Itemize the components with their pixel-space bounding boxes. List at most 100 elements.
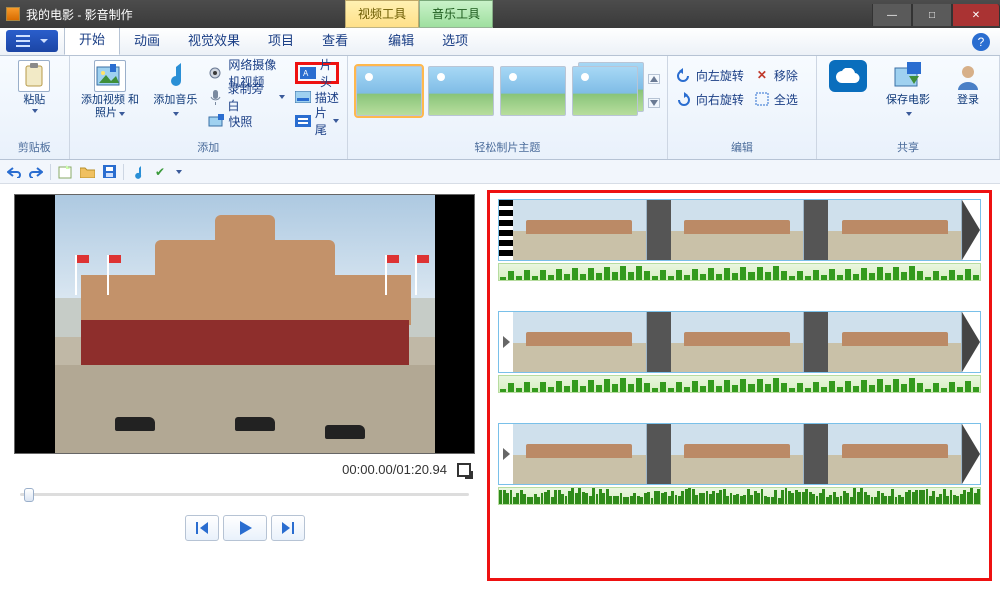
context-tab-video-tools[interactable]: 视频工具	[345, 0, 419, 28]
select-all-icon	[754, 91, 770, 107]
clip-gap	[647, 312, 671, 372]
tab-view[interactable]: 查看	[308, 25, 362, 55]
time-display: 00:00.00/01:20.94	[342, 462, 447, 477]
quick-access-toolbar: ✔	[0, 160, 1000, 184]
redo-button[interactable]	[28, 164, 44, 180]
theme-item[interactable]	[428, 66, 494, 116]
gallery-up-button[interactable]	[648, 74, 660, 84]
preview-monitor[interactable]	[14, 194, 475, 454]
qat-music-button[interactable]	[130, 164, 146, 180]
delete-icon: ✕	[754, 67, 770, 83]
rotate-left-icon	[676, 67, 692, 83]
storyboard-pane	[485, 184, 1000, 589]
svg-text:A: A	[303, 69, 309, 78]
qat-customize-caret[interactable]	[176, 170, 182, 174]
record-narration-button[interactable]: 录制旁白	[208, 86, 284, 108]
preview-frame	[55, 195, 435, 453]
audio-track[interactable]	[498, 487, 981, 505]
theme-item[interactable]	[500, 66, 566, 116]
new-project-button[interactable]	[57, 164, 73, 180]
qat-check-button[interactable]: ✔	[152, 164, 168, 180]
fullscreen-button[interactable]	[457, 463, 471, 477]
clip-row[interactable]	[498, 311, 981, 393]
clip-end-marker-icon	[962, 312, 980, 372]
maximize-button[interactable]: □	[912, 4, 952, 26]
theme-item[interactable]	[572, 66, 638, 116]
window-title: 我的电影 - 影音制作	[26, 6, 133, 23]
undo-button[interactable]	[6, 164, 22, 180]
file-menu[interactable]	[6, 30, 58, 52]
caption-icon	[295, 89, 311, 105]
caret-down-icon	[119, 112, 125, 116]
themes-gallery[interactable]	[356, 60, 664, 116]
rotate-left-button[interactable]: 向左旋转	[676, 64, 744, 86]
clip-thumbnail[interactable]	[513, 312, 647, 372]
clip-thumbnail[interactable]	[513, 424, 647, 484]
context-tab-music-tools[interactable]: 音乐工具	[419, 0, 493, 28]
tab-animation[interactable]: 动画	[120, 25, 174, 55]
clip-thumbnail[interactable]	[828, 312, 962, 372]
filmstrip[interactable]	[498, 199, 981, 261]
add-video-photo-button[interactable]: 添加视频 和照片	[78, 60, 143, 120]
add-music-button[interactable]: 添加音乐	[152, 60, 198, 120]
clip-gap	[804, 312, 828, 372]
open-button[interactable]	[79, 164, 95, 180]
tab-options[interactable]: 选项	[428, 25, 482, 55]
video-photo-icon	[94, 60, 126, 92]
snapshot-button[interactable]: 快照	[208, 110, 284, 132]
preview-pane: 00:00.00/01:20.94	[0, 184, 485, 589]
theme-item[interactable]	[356, 66, 422, 116]
clip-end-marker-icon	[962, 200, 980, 260]
next-frame-button[interactable]	[271, 515, 305, 541]
save-button[interactable]	[101, 164, 117, 180]
caption-label: 描述	[315, 89, 339, 106]
clip-thumbnail[interactable]	[671, 200, 805, 260]
prev-frame-button[interactable]	[185, 515, 219, 541]
title-button[interactable]: A 片头	[295, 62, 339, 84]
add-music-label: 添加音乐	[152, 94, 198, 120]
seek-thumb[interactable]	[24, 488, 34, 502]
paste-button[interactable]: 粘贴	[11, 60, 57, 113]
save-movie-button[interactable]: 保存电影	[885, 60, 931, 120]
clip-thumbnail[interactable]	[513, 200, 647, 260]
sign-in-button[interactable]: 登录	[945, 60, 991, 107]
credits-icon	[295, 113, 311, 129]
clip-thumbnail[interactable]	[828, 424, 962, 484]
remove-button[interactable]: ✕ 移除	[754, 64, 798, 86]
clipboard-icon	[18, 60, 50, 92]
play-button[interactable]	[223, 515, 267, 541]
record-narration-label: 录制旁白	[228, 80, 273, 114]
clip-thumbnail[interactable]	[671, 424, 805, 484]
filmstrip[interactable]	[498, 311, 981, 373]
clip-thumbnail[interactable]	[828, 200, 962, 260]
menu-icon	[16, 35, 30, 47]
seek-slider[interactable]	[14, 485, 475, 503]
save-movie-label: 保存电影	[885, 94, 931, 120]
clip-row[interactable]	[498, 423, 981, 505]
film-perforation-icon	[499, 200, 513, 260]
tab-project[interactable]: 项目	[254, 25, 308, 55]
onedrive-button[interactable]	[825, 60, 871, 120]
minimize-button[interactable]: —	[872, 4, 912, 26]
gallery-more-button[interactable]	[648, 98, 660, 108]
close-button[interactable]: ✕	[952, 4, 1000, 26]
audio-track[interactable]	[498, 375, 981, 393]
qat-separator	[123, 164, 124, 180]
audio-track[interactable]	[498, 263, 981, 281]
tab-edit[interactable]: 编辑	[374, 25, 428, 55]
caret-down-icon	[279, 95, 285, 99]
tab-visual-effects[interactable]: 视觉效果	[174, 25, 254, 55]
caret-down-icon	[32, 109, 38, 113]
rotate-right-button[interactable]: 向右旋转	[676, 88, 744, 110]
clip-row[interactable]	[498, 199, 981, 281]
help-icon[interactable]: ?	[972, 33, 990, 51]
credits-button[interactable]: 片尾	[295, 110, 339, 132]
rotate-right-label: 向右旋转	[696, 91, 744, 108]
select-all-label: 全选	[774, 91, 798, 108]
select-all-button[interactable]: 全选	[754, 88, 798, 110]
filmstrip[interactable]	[498, 423, 981, 485]
clip-thumbnail[interactable]	[671, 312, 805, 372]
group-label-share: 共享	[825, 139, 991, 159]
clip-gap	[647, 200, 671, 260]
snapshot-label: 快照	[228, 113, 252, 130]
